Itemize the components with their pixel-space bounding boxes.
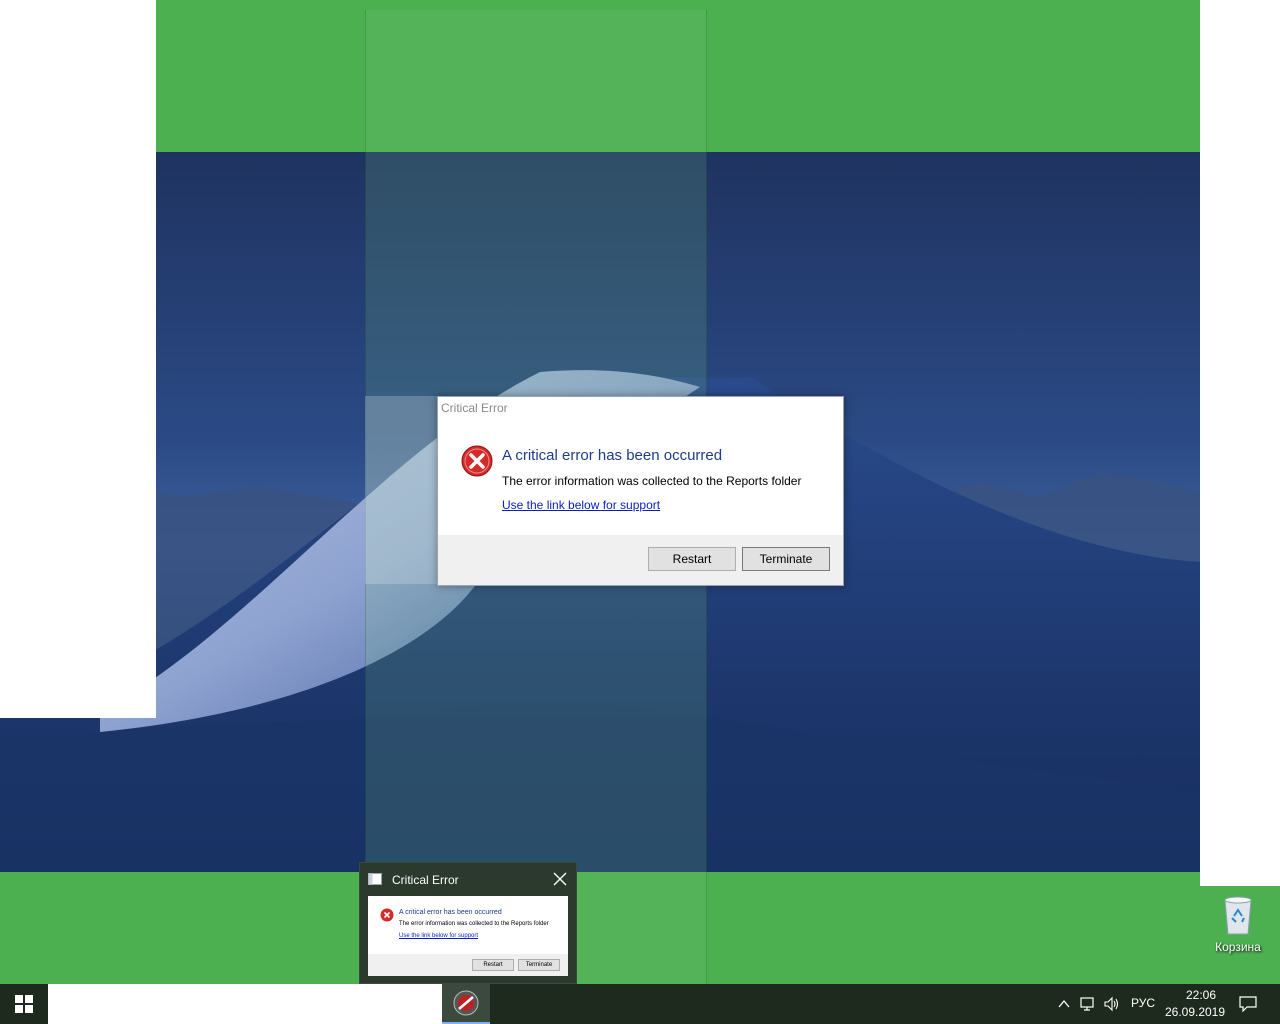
preview-footer: Restart Terminate	[368, 954, 568, 976]
chevron-up-icon[interactable]	[1054, 994, 1074, 1014]
taskbar-app-button[interactable]	[442, 984, 490, 1024]
critical-error-dialog: Critical Error A critical error has been…	[437, 396, 844, 586]
notification-icon[interactable]	[1238, 994, 1258, 1014]
window-icon	[368, 873, 382, 885]
network-icon[interactable]	[1078, 994, 1098, 1014]
preview-dialog-body: A critical error has been occurred The e…	[368, 896, 568, 976]
dialog-heading: A critical error has been occurred	[502, 447, 723, 464]
start-button[interactable]	[0, 984, 48, 1024]
error-icon	[461, 445, 493, 477]
preview-title: Critical Error	[392, 873, 459, 887]
windows-logo-icon	[15, 995, 33, 1013]
clock-date[interactable]: 26.09.2019	[1160, 1005, 1230, 1019]
app-icon	[453, 990, 479, 1016]
preview-message: The error information was collected to t…	[399, 921, 549, 927]
support-link[interactable]: Use the link below for support	[502, 498, 660, 512]
restart-button[interactable]: Restart	[648, 547, 736, 571]
volume-icon[interactable]	[1102, 994, 1122, 1014]
taskbar-thumbnail-preview[interactable]: Critical Error A critical error has been…	[359, 862, 577, 984]
language-indicator[interactable]: РУС	[1131, 996, 1155, 1010]
dialog-message: The error information was collected to t…	[502, 474, 802, 488]
dialog-title: Critical Error	[441, 401, 508, 415]
taskbar-search-box[interactable]	[48, 984, 442, 1024]
preview-support-link: Use the link below for support	[399, 933, 479, 939]
white-block-left	[0, 0, 156, 718]
preview-restart-button: Restart	[472, 959, 514, 971]
taskbar: РУС 22:06 26.09.2019	[0, 984, 1280, 1024]
terminate-button[interactable]: Terminate	[742, 547, 830, 571]
recycle-bin-shortcut[interactable]: Корзина	[1210, 890, 1266, 960]
recycle-bin-label: Корзина	[1215, 940, 1261, 954]
dialog-footer: Restart Terminate	[438, 535, 843, 585]
preview-terminate-button: Terminate	[518, 959, 560, 971]
ghost-dialog-overlay	[365, 396, 445, 584]
recycle-bin-icon	[1224, 896, 1252, 935]
error-icon	[380, 908, 394, 922]
preview-heading: A critical error has been occurred	[399, 909, 502, 916]
close-icon[interactable]	[550, 869, 570, 889]
white-block-right	[1200, 0, 1280, 886]
clock-time[interactable]: 22:06	[1166, 988, 1236, 1002]
